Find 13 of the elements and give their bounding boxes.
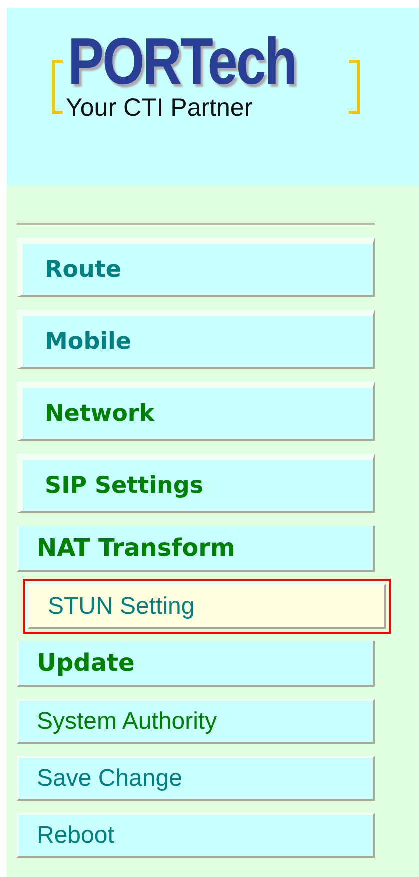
logo-tagline: Your CTI Partner [66,94,253,122]
bracket-icon [349,60,360,114]
menu-item[interactable]: Route [17,238,375,297]
menu-item[interactable]: Network [17,382,375,441]
menu-item[interactable]: SIP Settings [17,454,375,513]
logo-title: PORTech [68,30,296,92]
menu-item[interactable]: NAT Transform [17,526,375,572]
menu-item[interactable]: Mobile [17,310,375,369]
menu-item[interactable]: Update [17,641,375,687]
menu-item[interactable]: Save Change [17,756,375,801]
menu-item[interactable]: System Authority [17,699,375,744]
menu-item[interactable]: Reboot [17,813,375,858]
bracket-icon [52,60,63,114]
